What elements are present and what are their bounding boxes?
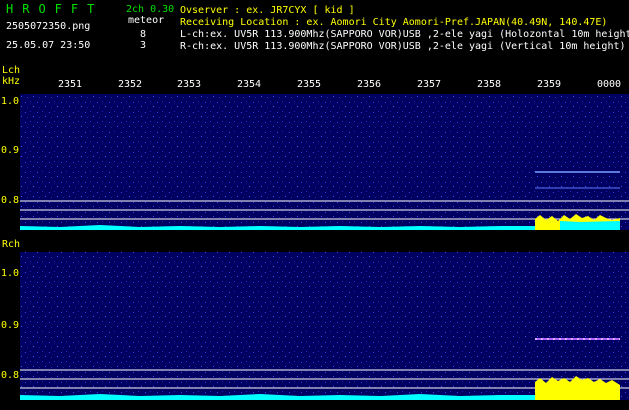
lch-meteor-level: [560, 221, 620, 230]
lch-spectrogram: [20, 94, 629, 230]
spectrogram-canvas: [20, 94, 629, 400]
rch-spectrogram: [20, 252, 629, 400]
rch-noise-field: [20, 252, 629, 400]
